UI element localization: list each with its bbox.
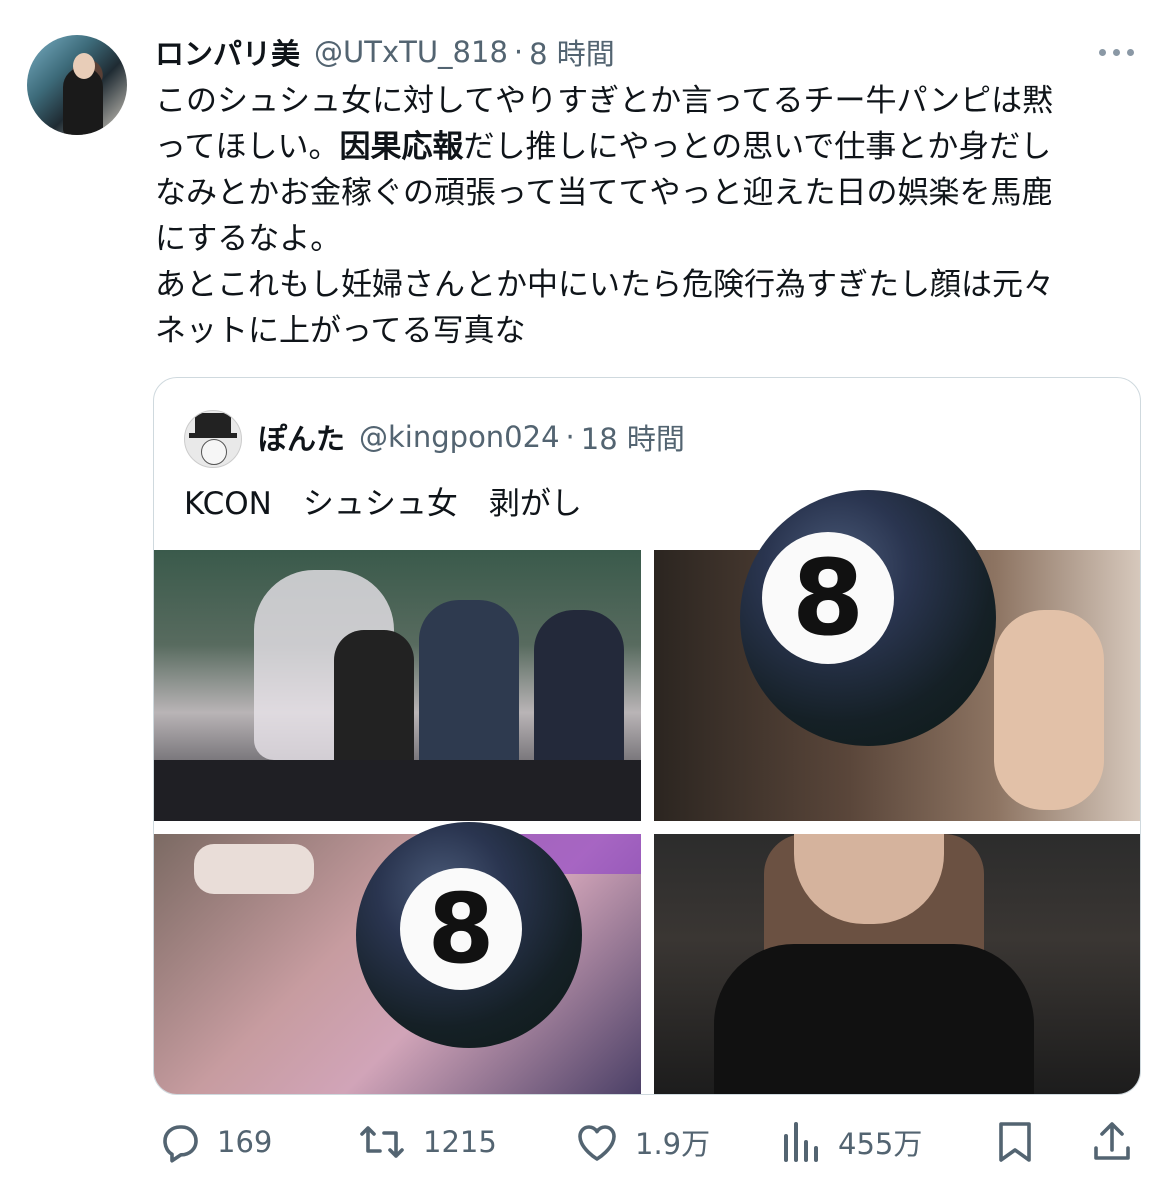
quoted-text: KCON シュシュ女 剥がし [184, 486, 582, 522]
retweet-count: 1215 [423, 1125, 497, 1159]
hat-shape [195, 413, 231, 435]
tweet-text-bold: 因果応報 [339, 129, 464, 165]
hand-shape [994, 610, 1104, 810]
heart-icon [578, 1125, 616, 1161]
shirt-shape [714, 944, 1034, 1094]
figure-dark [334, 630, 414, 780]
views-count: 455万 [838, 1127, 923, 1161]
bookmark-button[interactable] [993, 1112, 1037, 1172]
quoted-tweet-card[interactable]: ぽんた @kingpon024 · 18 時間 KCON シュシュ女 剥がし [153, 377, 1141, 1095]
tweet-text-line: このシュシュ女に対してやりすぎとか言ってるチー牛パンピは黙 [155, 83, 1054, 119]
author-name[interactable]: ロンパリ美 [155, 31, 300, 73]
quoted-author-name[interactable]: ぽんた [258, 416, 345, 458]
tweet-text: このシュシュ女に対してやりすぎとか言ってるチー牛パンピは黙 ってほしい。因果応報… [155, 78, 1145, 354]
retweet-icon [360, 1126, 404, 1158]
author-avatar[interactable] [27, 35, 127, 135]
like-button[interactable]: 1.9万 [573, 1112, 710, 1172]
eight-ball-number: 8 [400, 868, 522, 990]
quoted-header: ぽんた @kingpon024 · 18 時間 [258, 415, 685, 459]
more-icon[interactable] [1092, 34, 1140, 70]
eight-ball-number: 8 [762, 532, 894, 664]
quoted-time[interactable]: 18 時間 [581, 416, 685, 458]
tweet-text-line: ネットに上がってる写真な [155, 313, 526, 349]
eight-ball-sticker: 8 [356, 822, 582, 1048]
views-button[interactable]: 455万 [780, 1112, 922, 1172]
quoted-author-avatar[interactable] [184, 410, 242, 468]
tweet-text-line: にするなよ。 [155, 221, 342, 257]
face-shape [201, 439, 227, 465]
views-icon [784, 1122, 818, 1162]
crowd-silhouette [154, 760, 641, 821]
quoted-separator: · [565, 420, 575, 454]
header-separator: · [513, 35, 524, 69]
like-count: 1.9万 [635, 1127, 711, 1161]
share-button[interactable] [1090, 1112, 1134, 1172]
tweet-text-span: だし推しにやっとの思いで仕事とか身だし [463, 129, 1052, 165]
action-bar: 169 1215 1.9万 455万 [155, 1112, 1140, 1172]
tweet-text-line: ってほしい。因果応報だし推しにやっとの思いで仕事とか身だし [155, 124, 1145, 170]
share-icon [1094, 1122, 1130, 1160]
reply-count: 169 [217, 1125, 273, 1159]
tweet-text-line: あとこれもし妊婦さんとか中にいたら危険行為すぎたし顔は元々 [155, 267, 1054, 303]
hat-brim-shape [189, 433, 237, 438]
eight-ball-sticker: 8 [740, 490, 996, 746]
reply-icon [163, 1125, 198, 1163]
tweet-header: ロンパリ美 @UTxTU_818 · 8 時間 [155, 30, 615, 74]
media-photo-face-2[interactable] [654, 834, 1140, 1094]
figure-staff-2 [534, 610, 624, 780]
quoted-author-handle[interactable]: @kingpon024 [359, 420, 560, 454]
bookmark-icon [999, 1122, 1031, 1162]
tweet-time[interactable]: 8 時間 [529, 31, 615, 73]
reply-button[interactable]: 169 [155, 1112, 272, 1172]
media-photo-stage[interactable] [154, 550, 641, 821]
avatar-face [73, 53, 95, 79]
hand-shape [194, 844, 314, 894]
tweet-text-span: ってほしい。 [155, 129, 340, 165]
tweet-text-line: なみとかお金稼ぐの頑張って当ててやっと迎えた日の娯楽を馬鹿 [155, 175, 1053, 211]
author-handle[interactable]: @UTxTU_818 [314, 35, 508, 69]
retweet-button[interactable]: 1215 [355, 1112, 497, 1172]
